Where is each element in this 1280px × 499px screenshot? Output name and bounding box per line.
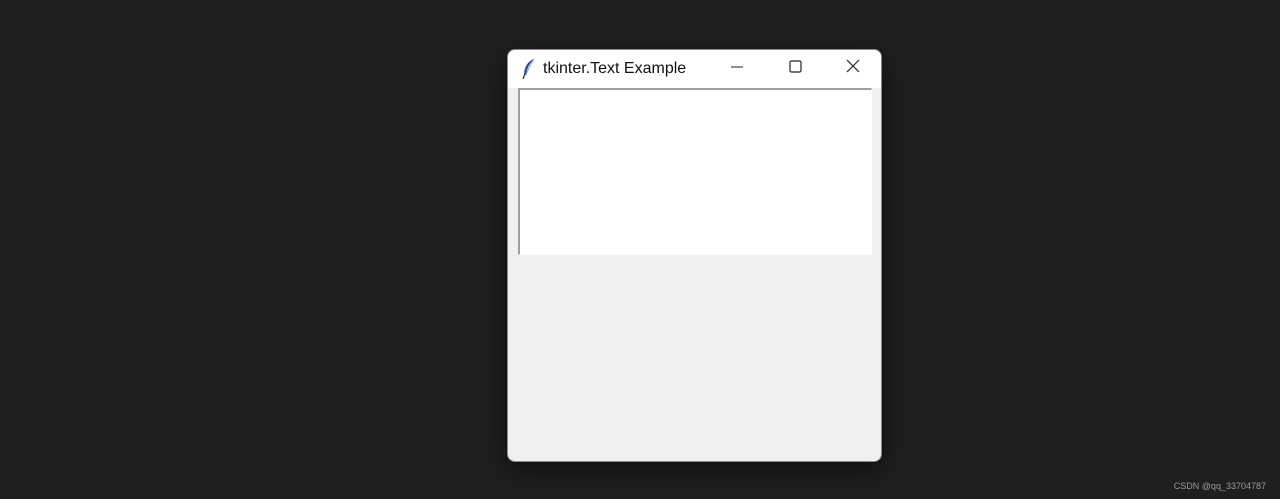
- watermark: CSDN @qq_33704787: [1173, 481, 1266, 491]
- maximize-button[interactable]: [766, 50, 824, 87]
- close-button[interactable]: [824, 50, 881, 87]
- window-title: tkinter.Text Example: [543, 60, 687, 77]
- maximize-icon: [788, 59, 802, 78]
- app-window: tkinter.Text Example: [507, 49, 882, 462]
- close-icon: [846, 59, 860, 78]
- minimize-icon: [731, 60, 743, 78]
- minimize-button[interactable]: [708, 50, 766, 87]
- text-area[interactable]: [518, 88, 872, 255]
- title-bar[interactable]: tkinter.Text Example: [508, 50, 881, 88]
- tk-feather-icon: [520, 58, 538, 80]
